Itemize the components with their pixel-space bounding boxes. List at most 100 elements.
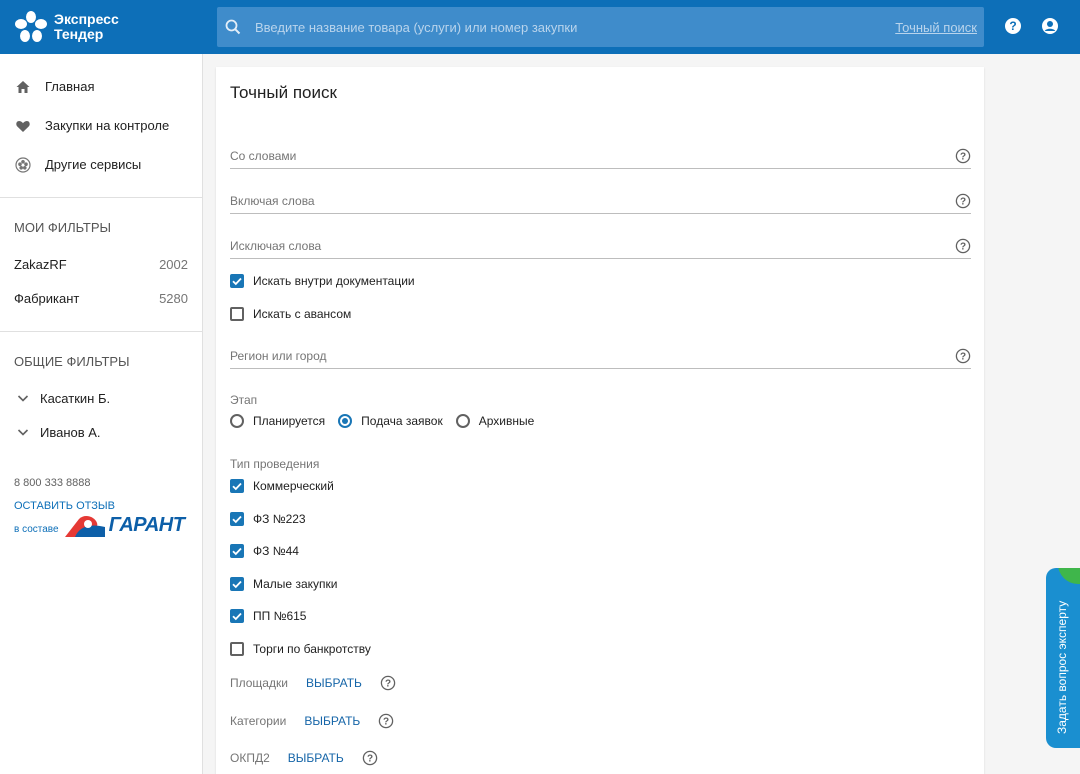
including-words-input[interactable] [230,193,955,208]
stage-radio-group: Планируется Подача заявок Архивные [230,414,547,428]
services-icon [15,156,31,173]
garant-emblem-icon [64,516,105,537]
logo-line1: Экспресс [54,11,119,27]
partner-prefix: в составе [14,524,59,535]
checkbox-label: ФЗ №44 [253,544,299,558]
svg-text:?: ? [960,241,966,252]
platforms-row: Площадки ВЫБРАТЬ ? [230,675,396,691]
my-filter-item[interactable]: ZakazRF 2002 [0,247,202,281]
svg-text:?: ? [383,717,389,728]
type-checkbox-223fz[interactable]: ФЗ №223 [230,512,306,526]
okpd-label: ОКПД2 [230,751,270,765]
svg-text:?: ? [385,679,391,690]
help-icon[interactable]: ? [955,238,971,254]
help-icon[interactable]: ? [378,713,394,729]
sidebar-item-services[interactable]: Другие сервисы [0,145,202,184]
checkbox-checked-icon [230,512,244,526]
checkbox-label: Искать внутри документации [253,274,415,288]
stage-radio-archived[interactable]: Архивные [455,414,535,428]
with-words-field: ? [230,143,971,169]
logo[interactable]: Экспресс Тендер [14,9,154,45]
checkbox-label: Торги по банкротству [253,642,371,656]
checkbox-label: Искать с авансом [253,307,352,321]
leaf-icon [1058,568,1080,584]
checkbox-checked-icon [230,274,244,288]
search-icon [225,19,241,35]
chevron-down-icon [17,395,29,402]
sidebar-item-home[interactable]: Главная [0,67,202,106]
logo-icon [15,11,47,42]
checkbox-empty-icon [230,642,244,656]
stage-radio-applications[interactable]: Подача заявок [338,414,443,428]
radio-label: Планируется [253,414,326,428]
logo-line2: Тендер [54,26,104,42]
exact-search-link[interactable]: Точный поиск [895,20,977,35]
my-filter-item[interactable]: Фабрикант 5280 [0,281,202,315]
svg-text:?: ? [960,351,966,362]
filter-name: ZakazRF [14,256,67,272]
sidebar-item-label: Закупки на контроле [45,118,170,133]
help-icon[interactable]: ? [955,193,971,209]
type-checkbox-pp615[interactable]: ПП №615 [230,609,306,623]
common-filter-item[interactable]: Касаткин Б. [0,381,202,415]
my-filters-title: МОИ ФИЛЬТРЫ [14,220,112,235]
filter-count: 2002 [159,256,188,272]
with-advance-checkbox[interactable]: Искать с авансом [230,307,351,321]
radio-empty-icon [455,414,470,428]
sidebar-item-label: Другие сервисы [45,157,142,172]
help-icon[interactable]: ? [380,675,396,691]
type-checkbox-bankruptcy[interactable]: Торги по банкротству [230,642,371,656]
page-title: Точный поиск [230,83,337,102]
choose-categories-button[interactable]: ВЫБРАТЬ [304,714,360,728]
with-words-input[interactable] [230,148,955,163]
choose-okpd-button[interactable]: ВЫБРАТЬ [288,751,344,765]
platforms-label: Площадки [230,676,288,690]
filter-name: Фабрикант [14,290,80,306]
exact-search-card: Точный поиск ? ? ? Искать внутри докумен… [216,67,984,774]
common-filters-title: ОБЩИЕ ФИЛЬТРЫ [14,354,130,369]
radio-label: Подача заявок [361,414,443,428]
svg-text:?: ? [367,754,373,765]
partner-name: ГАРАНТ [108,514,185,536]
including-words-field: ? [230,188,971,214]
common-filter-item[interactable]: Иванов А. [0,415,202,449]
checkbox-checked-icon [230,577,244,591]
account-circle-icon[interactable] [1041,17,1059,35]
region-input[interactable] [230,348,955,363]
region-field: ? [230,343,971,369]
search-input[interactable] [255,7,896,47]
support-phone: 8 800 333 8888 [14,477,91,489]
stage-radio-planned[interactable]: Планируется [230,414,325,428]
question-circle-icon[interactable]: ? [1004,17,1022,35]
chevron-down-icon [17,429,29,436]
checkbox-checked-icon [230,479,244,493]
filter-count: 5280 [159,290,188,306]
checkbox-label: ФЗ №223 [253,512,306,526]
radio-selected-icon [338,414,353,428]
categories-row: Категории ВЫБРАТЬ ? [230,713,394,729]
top-header: Экспресс Тендер Точный поиск ? [0,0,1080,54]
radio-empty-icon [230,414,244,428]
type-checkbox-commercial[interactable]: Коммерческий [230,479,334,493]
type-checkbox-small[interactable]: Малые закупки [230,577,337,591]
checkbox-label: Коммерческий [253,479,334,493]
search-bar: Точный поиск [217,7,984,47]
home-icon [15,79,31,95]
ask-expert-tab[interactable]: Задать вопрос эксперту [1046,568,1080,748]
search-in-docs-checkbox[interactable]: Искать внутри документации [230,274,415,288]
svg-text:?: ? [960,196,966,207]
ask-expert-label: Задать вопрос эксперту [1055,600,1069,734]
choose-platforms-button[interactable]: ВЫБРАТЬ [306,676,362,690]
help-icon[interactable]: ? [362,750,378,766]
excluding-words-input[interactable] [230,238,955,253]
checkbox-empty-icon [230,307,244,321]
type-checkbox-44fz[interactable]: ФЗ №44 [230,544,299,558]
feedback-link[interactable]: ОСТАВИТЬ ОТЗЫВ [0,500,115,512]
sidebar-item-watchlist[interactable]: Закупки на контроле [0,106,202,145]
okpd-row: ОКПД2 ВЫБРАТЬ ? [230,750,378,766]
radio-label: Архивные [478,414,535,428]
categories-label: Категории [230,714,287,728]
help-icon[interactable]: ? [955,148,971,164]
garant-logo: в составе ГАРАНТ [14,514,185,537]
help-icon[interactable]: ? [955,348,971,364]
